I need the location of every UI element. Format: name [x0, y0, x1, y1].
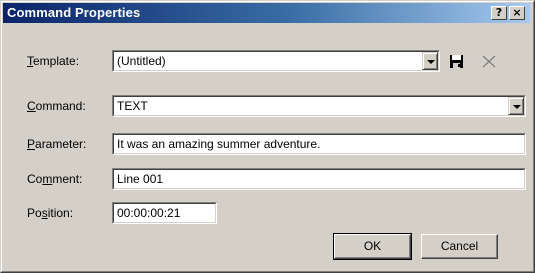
comment-label: Comment: [27, 172, 83, 186]
command-label: Command: [27, 99, 86, 113]
command-value: TEXT [113, 96, 525, 116]
chevron-down-icon [513, 105, 521, 109]
title-bar[interactable]: Command Properties ? × [3, 3, 530, 23]
comment-input[interactable]: Line 001 [112, 168, 526, 190]
parameter-input[interactable]: It was an amazing summer adventure. [112, 133, 526, 155]
position-input[interactable]: 00:00:00:21 [112, 202, 217, 224]
cancel-button[interactable]: Cancel [421, 234, 498, 259]
ok-button[interactable]: OK [333, 233, 412, 260]
template-label: Template: [27, 54, 80, 68]
close-button[interactable]: × [509, 6, 525, 20]
command-combobox[interactable]: TEXT [112, 95, 526, 117]
position-value: 00:00:00:21 [113, 203, 216, 223]
comment-value: Line 001 [113, 169, 525, 189]
parameter-value: It was an amazing summer adventure. [113, 134, 525, 154]
delete-x-icon[interactable] [480, 53, 498, 71]
template-combobox[interactable]: (Untitled) [112, 50, 440, 72]
template-value: (Untitled) [113, 51, 439, 71]
floppy-disk-icon[interactable] [449, 53, 467, 71]
template-dropdown-button[interactable] [422, 52, 438, 70]
position-label: Position: [27, 206, 74, 220]
window-title: Command Properties [7, 5, 141, 20]
help-button[interactable]: ? [491, 6, 507, 20]
command-properties-dialog: Command Properties ? × Template: (Untitl… [0, 0, 535, 273]
parameter-label: Parameter: [27, 137, 87, 151]
command-dropdown-button[interactable] [508, 97, 524, 115]
chevron-down-icon [427, 60, 435, 64]
